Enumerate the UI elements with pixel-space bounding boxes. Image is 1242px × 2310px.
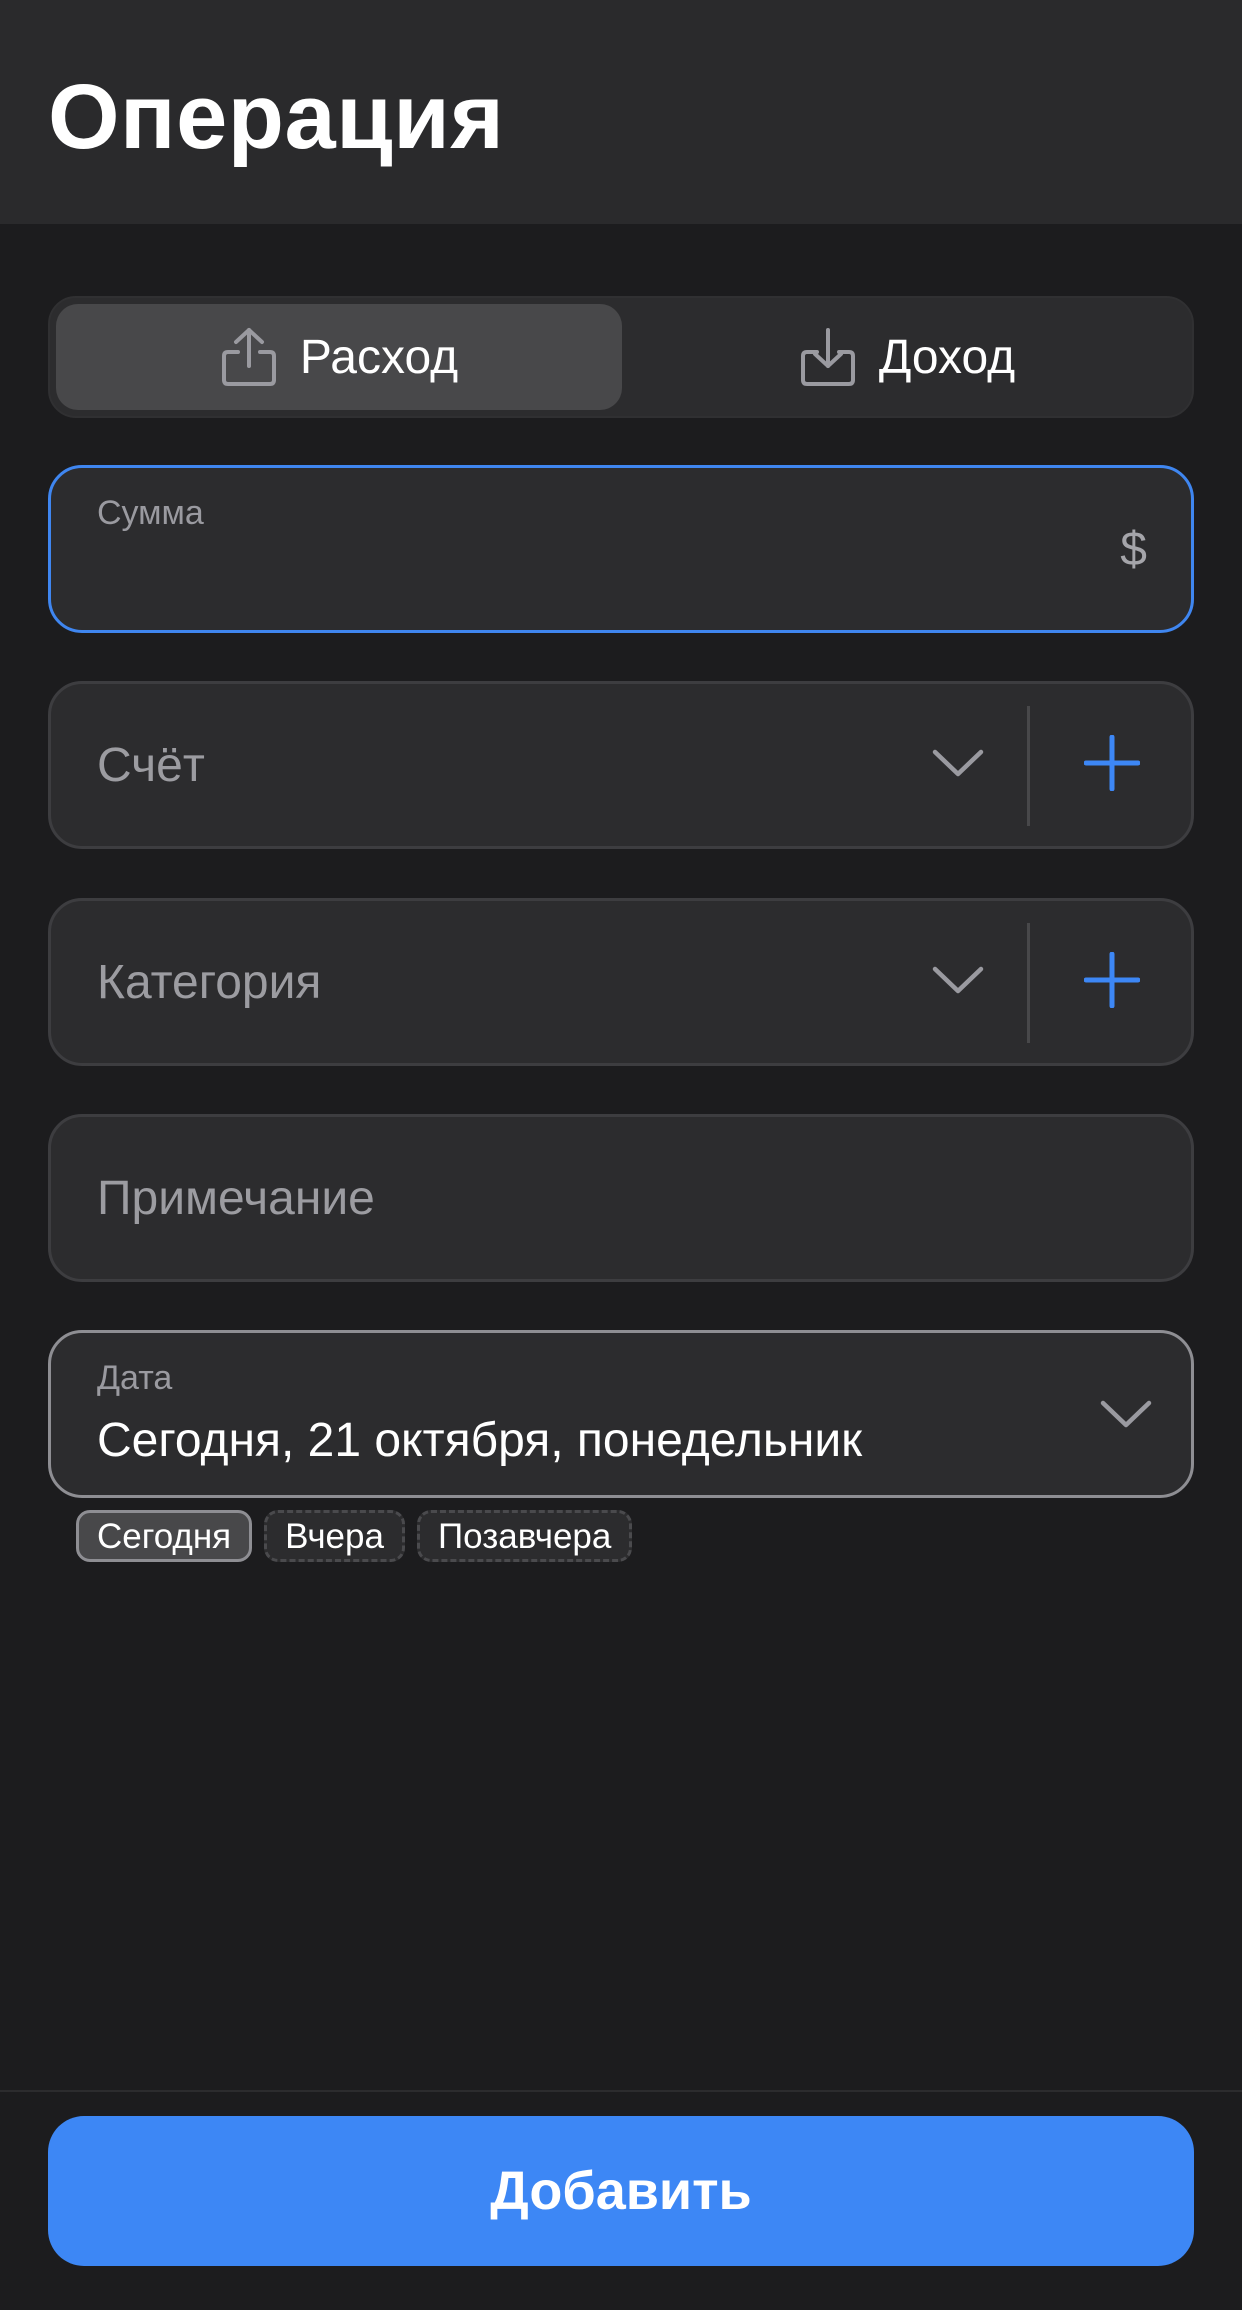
amount-field[interactable]: Сумма $ [48, 465, 1194, 633]
chip-yesterday[interactable]: Вчера [264, 1510, 405, 1562]
expense-tab[interactable]: Расход [56, 304, 622, 410]
income-label: Доход [878, 330, 1016, 384]
date-quick-options: Сегодня Вчера Позавчера [76, 1510, 633, 1562]
chip-today[interactable]: Сегодня [76, 1510, 253, 1562]
note-placeholder: Примечание [97, 1172, 375, 1225]
upload-icon [220, 326, 278, 388]
divider [1027, 706, 1030, 826]
divider [1027, 923, 1030, 1043]
currency-symbol: $ [1120, 523, 1147, 576]
plus-icon [1083, 734, 1141, 796]
amount-label: Сумма [97, 494, 204, 532]
date-label: Дата [97, 1359, 173, 1397]
income-tab[interactable]: Доход [624, 304, 1190, 410]
footer-divider [0, 2090, 1242, 2092]
page-title: Операция [48, 66, 505, 168]
account-field: Счёт [48, 681, 1194, 849]
chip-day-before-yesterday[interactable]: Позавчера [416, 1510, 633, 1562]
chevron-down-icon[interactable] [931, 963, 985, 1002]
account-select[interactable]: Счёт [97, 738, 205, 793]
add-button[interactable]: Добавить [48, 2116, 1194, 2266]
header: Операция [0, 0, 1242, 224]
plus-icon [1083, 951, 1141, 1013]
category-field: Категория [48, 898, 1194, 1066]
chevron-down-icon [1099, 1397, 1153, 1436]
date-value: Сегодня, 21 октября, понедельник [97, 1414, 863, 1467]
operation-type-switch: Расход Доход [48, 296, 1194, 418]
add-account-button[interactable] [1033, 684, 1191, 846]
chevron-down-icon[interactable] [931, 746, 985, 785]
expense-label: Расход [299, 330, 459, 384]
download-icon [799, 326, 857, 388]
date-field[interactable]: Дата Сегодня, 21 октября, понедельник [48, 1330, 1194, 1498]
note-field[interactable]: Примечание [48, 1114, 1194, 1282]
category-select[interactable]: Категория [97, 955, 321, 1010]
add-category-button[interactable] [1033, 901, 1191, 1063]
